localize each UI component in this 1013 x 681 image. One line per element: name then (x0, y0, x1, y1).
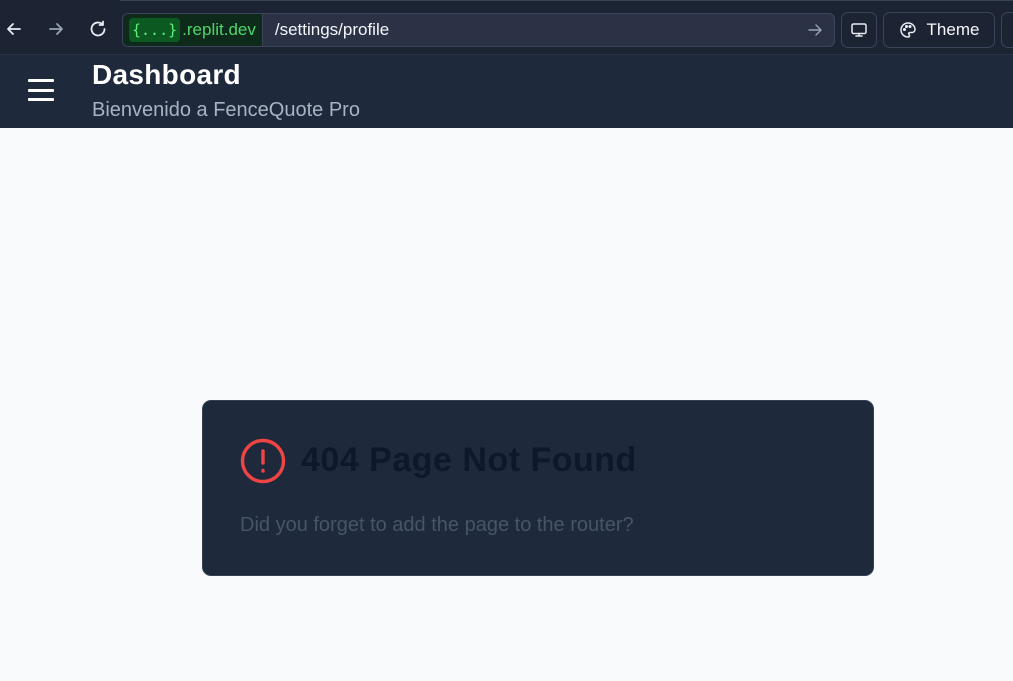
reload-button[interactable] (86, 17, 110, 41)
url-path-input[interactable]: /settings/profile (275, 20, 802, 40)
overflow-button[interactable] (1001, 12, 1013, 48)
error-message: Did you forget to add the page to the ro… (240, 514, 634, 536)
error-title: 404 Page Not Found (301, 441, 637, 479)
forward-arrow-icon (49, 23, 63, 35)
app-header: Dashboard Bienvenido a FenceQuote Pro (0, 55, 1013, 128)
tab-strip-edge (120, 0, 1013, 6)
browser-toolbar: {...} .replit.dev /settings/profile Them… (0, 0, 1013, 55)
not-found-card: 404 Page Not Found Did you forget to add… (202, 400, 874, 576)
go-button[interactable] (802, 17, 828, 43)
device-preview-button[interactable] (841, 12, 877, 48)
back-button[interactable] (2, 17, 26, 41)
url-bar[interactable]: {...} .replit.dev /settings/profile (122, 13, 835, 47)
page-title: Dashboard (92, 59, 241, 90)
palette-icon (899, 22, 916, 38)
url-badge: {...} (129, 18, 181, 42)
monitor-icon (851, 23, 867, 37)
reload-icon (90, 20, 106, 37)
forward-button[interactable] (44, 17, 68, 41)
go-arrow-icon (808, 24, 822, 36)
theme-label: Theme (926, 20, 980, 39)
url-host: .replit.dev (182, 20, 256, 39)
theme-button[interactable]: Theme (883, 12, 995, 48)
back-arrow-icon (7, 23, 21, 35)
alert-circle-icon (240, 438, 286, 484)
page-subtitle: Bienvenido a FenceQuote Pro (92, 99, 360, 121)
hamburger-menu-icon[interactable] (28, 79, 54, 101)
url-domain: {...} .replit.dev (123, 14, 263, 46)
